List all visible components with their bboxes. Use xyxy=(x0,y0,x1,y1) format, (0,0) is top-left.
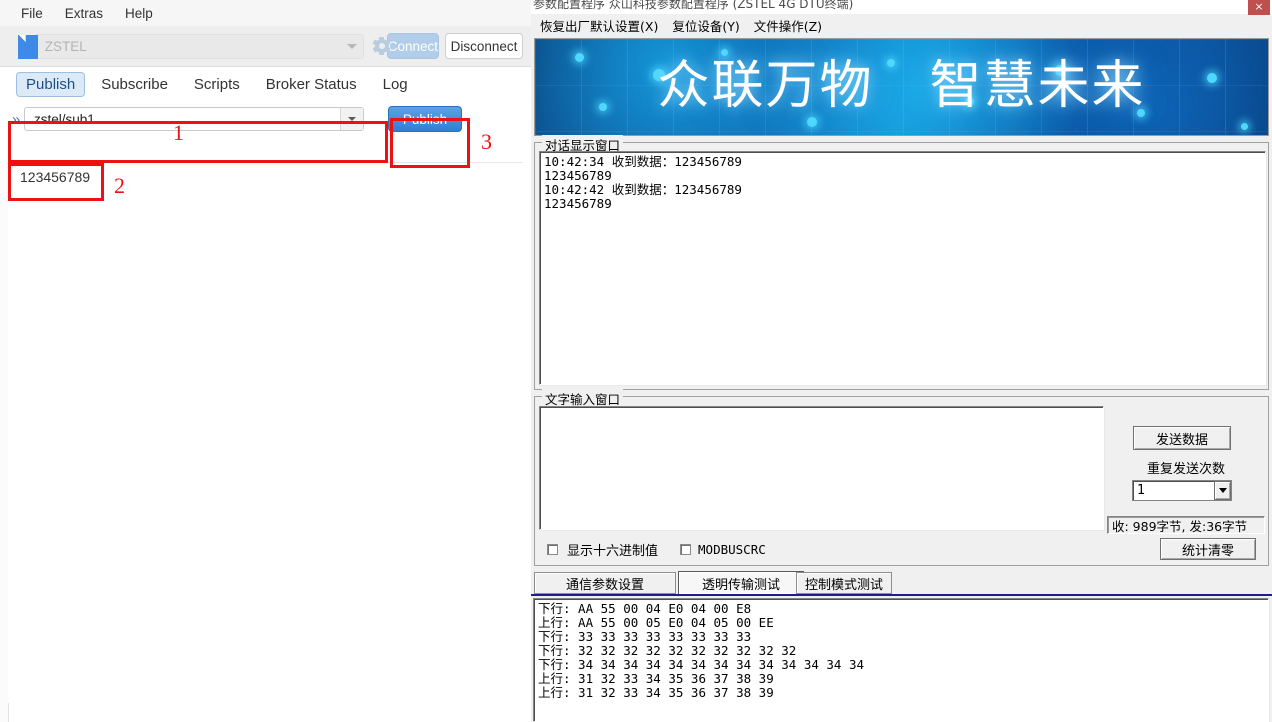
bottom-tab-bar: 通信参数设置 透明传输测试 控制模式测试 xyxy=(531,570,1272,596)
new-document-icon[interactable] xyxy=(18,33,38,59)
banner-slogan-left: 众联万物 xyxy=(657,56,874,116)
config-menu-bar: 恢复出厂默认设置(X) 复位设备(Y) 文件操作(Z) xyxy=(531,14,1272,36)
annotation-number-1: 1 xyxy=(173,120,184,145)
mqtt-tab-bar: Publish Subscribe Scripts Broker Status … xyxy=(0,67,531,101)
banner-slogan-right: 智慧未来 xyxy=(929,56,1146,116)
dtu-config-window: 参数配置程序 众山科技参数配置程序 (ZSTEL 4G DTU终端) × 恢复出… xyxy=(531,0,1272,722)
dialog-line-2: 123456789 xyxy=(544,168,612,183)
menu-item-file-ops[interactable]: 文件操作(Z) xyxy=(747,14,829,37)
chevron-down-icon[interactable] xyxy=(1214,481,1231,500)
gear-icon[interactable] xyxy=(372,36,391,56)
show-hex-label: 显示十六进制值 xyxy=(567,543,659,559)
hex-log-line-2: 上行: AA 55 00 05 E0 04 05 00 EE xyxy=(538,615,774,630)
dialog-display-group: 对话显示窗口 10:42:34 收到数据：123456789 123456789… xyxy=(534,135,1269,390)
clear-stats-button[interactable]: 统计清零 xyxy=(1160,538,1256,560)
show-hex-checkbox[interactable] xyxy=(547,543,558,555)
repeat-count-select[interactable]: 1 xyxy=(1132,480,1232,501)
hex-log-line-4: 下行: 32 32 32 32 32 32 32 32 32 32 xyxy=(538,643,797,658)
config-title-bar: 参数配置程序 众山科技参数配置程序 (ZSTEL 4G DTU终端) × xyxy=(531,0,1272,15)
annotation-box-2 xyxy=(8,163,104,201)
tab-log[interactable]: Log xyxy=(373,72,418,97)
text-input-textarea[interactable] xyxy=(539,406,1104,530)
config-window-title: 参数配置程序 众山科技参数配置程序 (ZSTEL 4G DTU终端) xyxy=(533,0,854,11)
annotation-box-1 xyxy=(8,121,388,163)
dialog-line-1: 10:42:34 收到数据：123456789 xyxy=(544,154,742,169)
repeat-count-value: 1 xyxy=(1137,483,1146,498)
modbuscrc-checkbox[interactable] xyxy=(680,543,692,555)
hex-log-line-7: 上行: 31 32 33 34 35 36 37 38 39 xyxy=(538,685,774,700)
dialog-line-3: 10:42:42 收到数据：123456789 xyxy=(544,182,742,197)
mqtt-menu-bar: File Extras Help xyxy=(0,0,531,26)
tab-scripts[interactable]: Scripts xyxy=(184,72,250,97)
hex-log-line-3: 下行: 33 33 33 33 33 33 33 33 xyxy=(538,629,752,644)
menu-item-help[interactable]: Help xyxy=(114,4,164,23)
hex-log-line-6: 上行: 31 32 33 34 35 36 37 38 39 xyxy=(538,671,774,686)
dialog-line-4: 123456789 xyxy=(544,196,612,211)
screen-root: File Extras Help ZSTEL Connect Disconnec… xyxy=(0,0,1272,722)
disconnect-button[interactable]: Disconnect xyxy=(445,33,523,59)
tab-transparent-test[interactable]: 透明传输测试 xyxy=(678,571,804,595)
close-icon[interactable]: × xyxy=(1248,0,1270,15)
options-row: 显示十六进制值 MODBUSCRC 统计清零 xyxy=(539,536,1266,562)
byte-stats: 收: 989字节, 发:36字节 xyxy=(1107,516,1265,534)
tab-underline xyxy=(531,594,1272,596)
send-data-button[interactable]: 发送数据 xyxy=(1133,426,1231,450)
brand-banner: 众联万物 智慧未来 xyxy=(534,38,1269,136)
tab-control-mode-test[interactable]: 控制模式测试 xyxy=(796,572,892,594)
chevron-down-icon xyxy=(346,43,357,49)
tab-comm-params[interactable]: 通信参数设置 xyxy=(534,572,676,594)
repeat-count-label: 重复发送次数 xyxy=(1146,462,1225,477)
text-input-group: 文字输入窗口 发送数据 重复发送次数 1 收: 989字节, 发:36字节 显示… xyxy=(534,389,1269,566)
hex-log-line-5: 下行: 34 34 34 34 34 34 34 34 34 34 34 34 … xyxy=(538,657,865,672)
menu-item-extras[interactable]: Extras xyxy=(54,4,114,23)
annotation-number-3: 3 xyxy=(481,129,492,154)
dialog-display-textarea[interactable]: 10:42:34 收到数据：123456789 123456789 10:42:… xyxy=(539,151,1266,385)
menu-item-reset-device[interactable]: 复位设备(Y) xyxy=(665,14,746,37)
profile-select[interactable]: ZSTEL xyxy=(33,33,364,59)
connect-button[interactable]: Connect xyxy=(386,33,439,59)
profile-select-value: ZSTEL xyxy=(44,38,87,54)
text-input-value xyxy=(540,407,1103,410)
hex-log-panel[interactable]: 下行: AA 55 00 04 E0 04 00 E8 上行: AA 55 00… xyxy=(533,598,1269,722)
menu-item-factory-reset[interactable]: 恢复出厂默认设置(X) xyxy=(533,14,665,37)
banner-slogan: 众联万物 智慧未来 xyxy=(535,43,1268,118)
tab-subscribe[interactable]: Subscribe xyxy=(91,72,178,97)
menu-item-file[interactable]: File xyxy=(10,4,54,23)
hex-log-line-1: 下行: AA 55 00 04 E0 04 00 E8 xyxy=(538,601,752,616)
tab-publish[interactable]: Publish xyxy=(16,71,86,97)
modbuscrc-label: MODBUSCRC xyxy=(698,541,766,557)
publish-payload-editor[interactable]: 123456789 xyxy=(8,162,523,703)
byte-stats-text: 收: 989字节, 发:36字节 xyxy=(1112,518,1248,534)
tab-broker-status[interactable]: Broker Status xyxy=(256,72,367,97)
send-panel: 发送数据 重复发送次数 1 收: 989字节, 发:36字节 xyxy=(1107,406,1265,534)
annotation-number-2: 2 xyxy=(114,173,125,198)
mqtt-client-window: File Extras Help ZSTEL Connect Disconnec… xyxy=(0,0,531,722)
mqtt-toolbar: ZSTEL Connect Disconnect xyxy=(0,26,531,67)
annotation-box-3 xyxy=(390,118,470,168)
